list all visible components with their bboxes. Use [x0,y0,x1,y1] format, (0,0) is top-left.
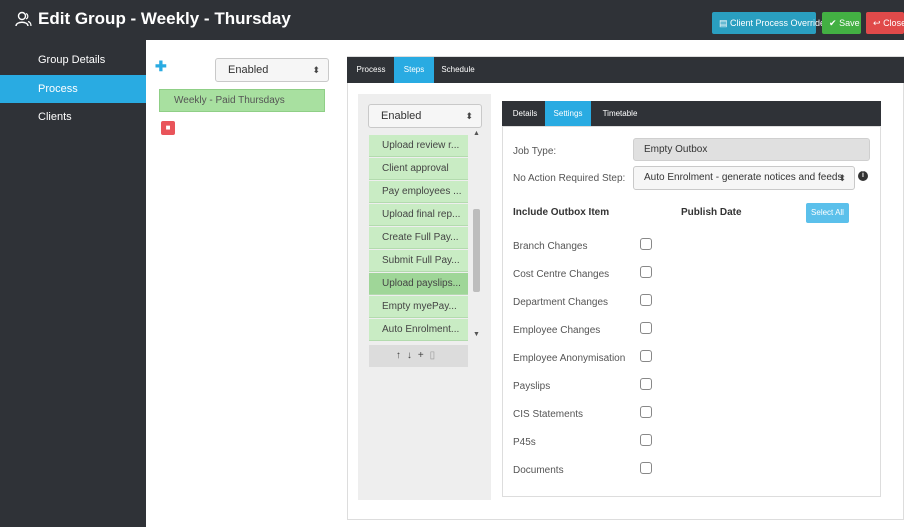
select-arrows-icon: ⬍ [838,173,846,183]
group-icon [15,11,32,27]
sidebar-item-group-details[interactable]: Group Details [0,46,146,74]
tab-settings[interactable]: Settings [545,101,591,127]
outbox-item-label: Branch Changes [513,241,588,252]
step-status-select[interactable]: Enabled ⬍ [368,104,482,128]
arrow-up-icon[interactable]: ↑ [396,350,407,361]
tab-timetable[interactable]: Timetable [595,101,645,127]
no-action-step-select[interactable]: Auto Enrolment - generate notices and fe… [633,166,855,190]
save-button[interactable]: ✔ Save [822,12,861,34]
info-icon[interactable]: i [858,171,868,181]
plus-icon[interactable]: + [418,350,430,361]
close-icon: ↩ [873,18,881,28]
save-label: Save [839,18,860,28]
group-status-select[interactable]: Enabled ⬍ [215,58,329,82]
step-status-value: Enabled [381,110,422,122]
outbox-item-checkbox[interactable] [640,350,652,362]
step-item[interactable]: Create Full Pay... [369,227,468,249]
override-label: Client Process Override [730,18,826,28]
arrow-down-icon[interactable]: ↓ [407,350,418,361]
close-button[interactable]: ↩ Close [866,12,904,34]
job-type-field: Empty Outbox [633,138,870,161]
sidebar-item-process[interactable]: Process [0,75,146,103]
steps-scroll-thumb[interactable] [473,209,480,292]
scroll-down-icon[interactable]: ▼ [473,331,480,338]
outbox-item-label: P45s [513,437,536,448]
tab-process[interactable]: Process [351,57,391,83]
select-arrows-icon: ⬍ [312,65,320,75]
outbox-item-checkbox[interactable] [640,406,652,418]
outbox-item-label: Employee Anonymisation [513,353,626,364]
no-action-label: No Action Required Step: [513,173,626,184]
outbox-item-checkbox[interactable] [640,378,652,390]
outbox-item-label: Payslips [513,381,551,392]
page-title: Edit Group - Weekly - Thursday [14,9,291,29]
delete-group-button[interactable]: ■ [161,121,175,135]
step-detail-tabs: Details Settings Timetable [502,101,881,127]
client-process-override-button[interactable]: ▤ Client Process Override [712,12,825,34]
step-item[interactable]: Pay employees ... [369,181,468,203]
step-item[interactable]: Auto Enrolment... [369,319,468,341]
include-outbox-header: Include Outbox Item [513,207,610,218]
tab-steps[interactable]: Steps [394,57,434,83]
outbox-item-label: Department Changes [513,297,609,308]
step-item[interactable]: Empty myePay... [369,296,468,318]
outbox-item-label: Documents [513,465,564,476]
close-label: Close [883,18,904,28]
outbox-item-label: Cost Centre Changes [513,269,610,280]
job-type-label: Job Type: [513,146,557,157]
group-status-value: Enabled [228,64,269,76]
group-list-item[interactable]: Weekly - Paid Thursdays [159,89,325,112]
sidebar-item-clients[interactable]: Clients [0,103,146,131]
calendar-icon: ▤ [719,18,728,28]
page-title-text: Edit Group - Weekly - Thursday [38,9,291,28]
process-tabs: Process Steps Schedule [347,57,904,83]
outbox-item-checkbox[interactable] [640,462,652,474]
outbox-item-checkbox[interactable] [640,294,652,306]
title-bar: Edit Group - Weekly - Thursday ▤ Client … [0,0,904,40]
step-item-selected[interactable]: Upload payslips... [369,273,468,295]
select-all-button[interactable]: Select All [806,203,849,223]
outbox-item-checkbox[interactable] [640,266,652,278]
scroll-up-icon[interactable]: ▲ [473,130,480,137]
outbox-item-label: CIS Statements [513,409,584,420]
add-group-button[interactable]: ✚ [155,58,167,75]
publish-date-header: Publish Date [681,207,742,218]
step-item[interactable]: Submit Full Pay... [369,250,468,272]
plus-icon: ✚ [155,58,167,74]
step-toolbar: ↑↓+▯ [369,345,468,367]
check-icon: ✔ [829,18,837,28]
outbox-item-checkbox[interactable] [640,434,652,446]
step-item[interactable]: Upload final rep... [369,204,468,226]
no-action-step-value: Auto Enrolment - generate notices and fe… [644,172,843,183]
outbox-item-label: Employee Changes [513,325,601,336]
tab-details[interactable]: Details [508,101,542,127]
trash-icon[interactable]: ▯ [430,350,442,361]
outbox-item-checkbox[interactable] [640,238,652,250]
step-item[interactable]: Client approval [369,158,468,180]
trash-icon: ■ [165,123,171,132]
step-item[interactable]: Upload review r... [369,135,468,157]
tab-schedule[interactable]: Schedule [436,57,480,83]
sidebar: Group Details Process Clients [0,40,146,527]
outbox-item-checkbox[interactable] [640,322,652,334]
select-arrows-icon: ⬍ [465,111,473,121]
